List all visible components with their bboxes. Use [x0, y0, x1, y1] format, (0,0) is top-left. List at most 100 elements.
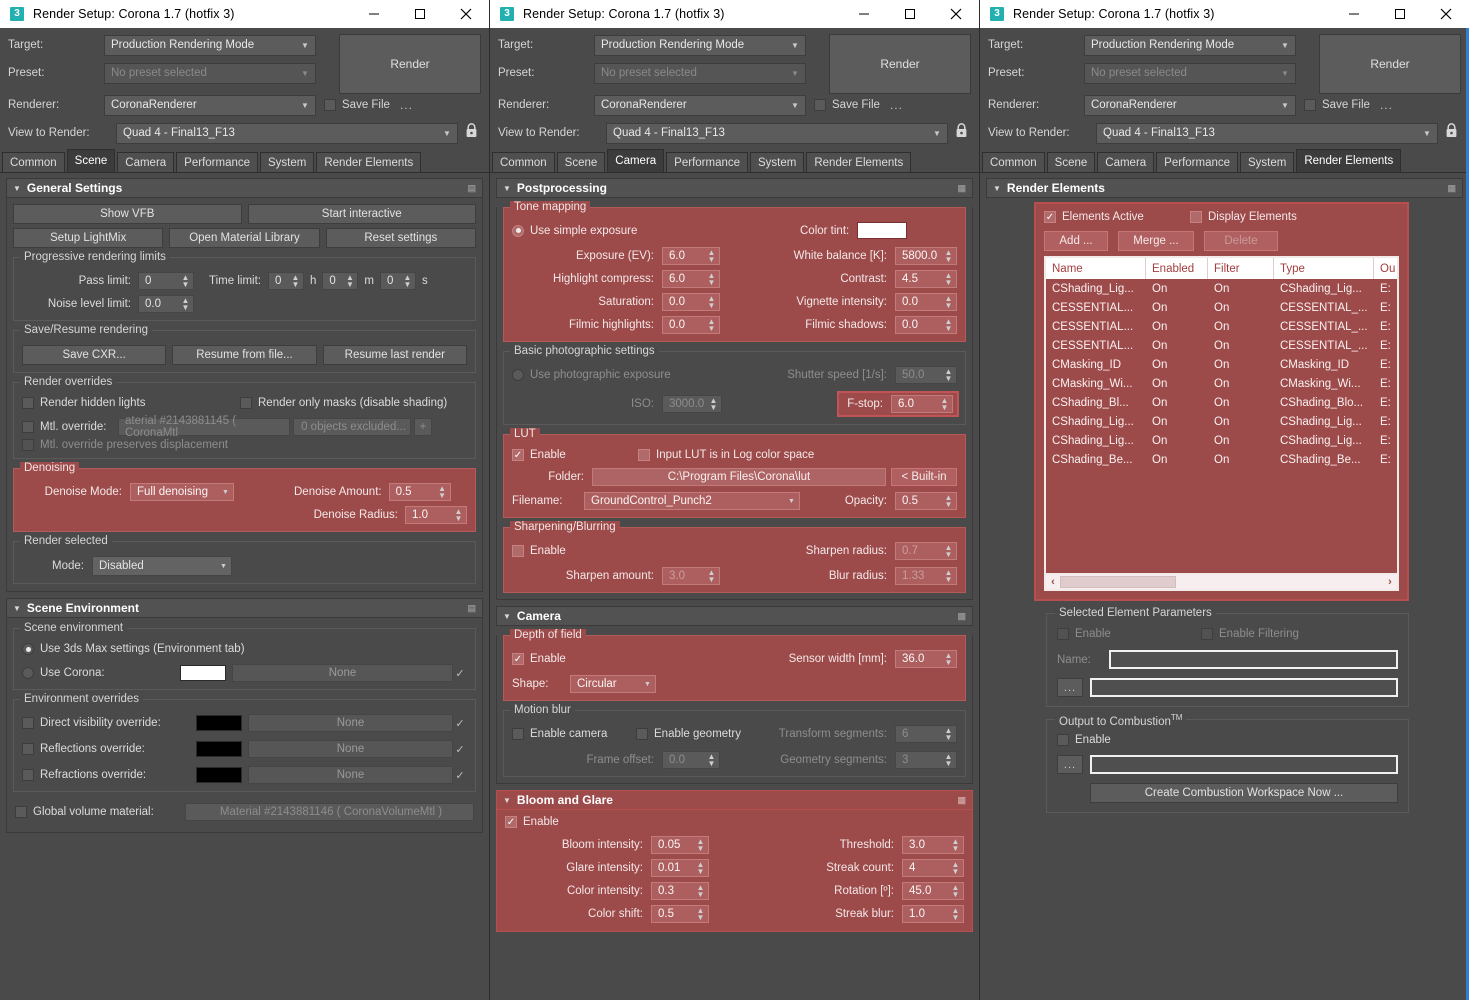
scroll-left-icon[interactable]: ‹ [1046, 576, 1060, 588]
tab-system[interactable]: System [750, 152, 805, 172]
sharpen-radius-input[interactable]: 0.7 ▲ ▼ [895, 542, 957, 560]
combustion-enable-checkbox[interactable] [1057, 734, 1069, 746]
reflections-map-button[interactable]: None [248, 740, 453, 758]
selected-browse-button[interactable]: ... [1057, 678, 1083, 697]
delete-element-button[interactable]: Delete [1204, 231, 1278, 251]
glare-intensity-input[interactable]: 0.01 ▲ ▼ [651, 859, 709, 877]
color-intensity-input[interactable]: 0.3 ▲ ▼ [651, 882, 709, 900]
tab-scene[interactable]: Scene [1046, 152, 1096, 172]
use-simple-exposure-radio[interactable] [512, 224, 524, 237]
target-dropdown[interactable]: Production Rendering Mode ▼ [594, 34, 806, 56]
dof-enable-checkbox[interactable]: ✓ [512, 653, 524, 665]
merge-element-button[interactable]: Merge ... [1118, 231, 1194, 251]
sensor-width-input[interactable]: 36.0 ▲ ▼ [895, 650, 957, 668]
tab-common[interactable]: Common [982, 152, 1045, 172]
lock-icon[interactable] [465, 123, 481, 143]
tab-performance[interactable]: Performance [666, 152, 749, 172]
mtl-preserves-displacement-checkbox[interactable] [22, 439, 34, 451]
filmic-highlights-input[interactable]: 0.0 ▲ ▼ [662, 316, 720, 334]
target-dropdown[interactable]: Production Rendering Mode ▼ [1084, 34, 1296, 56]
rollout-header-postprocessing[interactable]: ▼ Postprocessing ▦ [496, 178, 973, 198]
lut-log-checkbox[interactable] [638, 449, 650, 461]
mtl-add-button[interactable]: + [414, 418, 432, 436]
table-row[interactable]: CShading_Lig... On On CShading_Lig... E: [1046, 431, 1397, 450]
tab-camera[interactable]: Camera [1097, 152, 1155, 172]
selected-enable-filtering-checkbox[interactable] [1201, 628, 1213, 640]
resume-from-file-button[interactable]: Resume from file... [172, 345, 317, 365]
dof-shape-dropdown[interactable]: Circular ▼ [570, 675, 656, 693]
denoise-radius-input[interactable]: 1.0 ▲ ▼ [405, 506, 467, 524]
transform-segments-input[interactable]: 6 ▲ ▼ [895, 725, 957, 743]
tab-scene[interactable]: Scene [556, 152, 606, 172]
pass-limit-input[interactable]: 0 ▲ ▼ [138, 272, 194, 290]
save-file-browse-button[interactable]: ... [890, 98, 903, 112]
direct-visibility-map-button[interactable]: None [248, 714, 453, 732]
save-file-checkbox[interactable]: Save File [324, 99, 390, 111]
refractions-map-button[interactable]: None [248, 766, 453, 784]
elements-active-checkbox[interactable]: ✓ [1044, 211, 1056, 223]
render-button[interactable]: Render [1319, 34, 1461, 94]
exposure-input[interactable]: 6.0 ▲ ▼ [662, 247, 720, 265]
lut-filename-dropdown[interactable]: GroundControl_Punch2 ▼ [584, 492, 800, 510]
streak-count-input[interactable]: 4 ▲ ▼ [902, 859, 964, 877]
tab-camera[interactable]: Camera [607, 149, 665, 172]
selected-enable-checkbox[interactable] [1057, 628, 1069, 640]
scrollbar-thumb[interactable] [1060, 576, 1176, 588]
time-limit-hours-input[interactable]: 0 ▲ ▼ [268, 272, 304, 290]
table-row[interactable]: CESSENTIAL... On On CESSENTIAL_... E: [1046, 298, 1397, 317]
streak-blur-input[interactable]: 1.0 ▲ ▼ [902, 905, 964, 923]
global-volume-checkbox[interactable] [15, 806, 27, 818]
threshold-input[interactable]: 3.0 ▲ ▼ [902, 836, 964, 854]
resume-last-render-button[interactable]: Resume last render [322, 345, 467, 365]
lut-builtin-button[interactable]: < Built-in [891, 468, 957, 486]
filmic-shadows-input[interactable]: 0.0 ▲ ▼ [895, 316, 957, 334]
direct-visibility-checkbox[interactable] [22, 717, 34, 729]
check-icon[interactable]: ✓ [453, 769, 467, 782]
tab-common[interactable]: Common [2, 152, 65, 172]
mtl-excluded-button[interactable]: 0 objects excluded... [293, 418, 411, 436]
render-selected-mode-dropdown[interactable]: Disabled ▼ [92, 556, 232, 576]
mtl-override-slot[interactable]: aterial #2143881145 ( CoronaMtl [118, 415, 290, 439]
table-row[interactable]: CShading_Lig... On On CShading_Lig... E: [1046, 412, 1397, 431]
render-only-masks-checkbox[interactable] [240, 397, 252, 409]
view-to-render-dropdown[interactable]: Quad 4 - Final13_F13 ▼ [1096, 122, 1438, 144]
time-limit-seconds-input[interactable]: 0 ▲ ▼ [380, 272, 416, 290]
save-file-browse-button[interactable]: ... [400, 98, 413, 112]
denoise-amount-input[interactable]: 0.5 ▲ ▼ [388, 483, 451, 501]
tab-performance[interactable]: Performance [1156, 152, 1239, 172]
close-icon[interactable] [933, 0, 979, 28]
lut-opacity-input[interactable]: 0.5 ▲ ▼ [895, 492, 957, 510]
close-icon[interactable] [1423, 0, 1469, 28]
frame-offset-input[interactable]: 0.0 ▲ ▼ [662, 751, 720, 769]
use-photographic-radio[interactable] [512, 369, 524, 381]
highlight-compress-input[interactable]: 6.0 ▲ ▼ [662, 270, 720, 288]
tab-system[interactable]: System [260, 152, 315, 172]
renderer-dropdown[interactable]: CoronaRenderer ▼ [594, 94, 806, 116]
blur-radius-input[interactable]: 1.33 ▲ ▼ [895, 567, 957, 585]
maximize-icon[interactable] [397, 0, 443, 28]
render-hidden-lights-checkbox[interactable] [22, 397, 34, 409]
minimize-icon[interactable] [841, 0, 887, 28]
lock-icon[interactable] [955, 123, 971, 143]
table-row[interactable]: CShading_Lig... On On CShading_Lig... E: [1046, 279, 1397, 298]
save-file-browse-button[interactable]: ... [1380, 98, 1393, 112]
rollout-header-camera[interactable]: ▼ Camera ▦ [496, 606, 973, 626]
table-row[interactable]: CMasking_Wi... On On CMasking_Wi... E: [1046, 374, 1397, 393]
combustion-path-input[interactable] [1090, 755, 1398, 774]
use-3dsmax-radio[interactable] [22, 643, 34, 655]
tab-render-elements[interactable]: Render Elements [806, 152, 912, 172]
save-file-checkbox[interactable]: Save File [1304, 99, 1370, 111]
view-to-render-dropdown[interactable]: Quad 4 - Final13_F13 ▼ [606, 122, 948, 144]
direct-visibility-color-swatch[interactable] [196, 715, 242, 731]
table-row[interactable]: CESSENTIAL... On On CESSENTIAL_... E: [1046, 336, 1397, 355]
renderer-dropdown[interactable]: CoronaRenderer ▼ [104, 94, 316, 116]
reflections-checkbox[interactable] [22, 743, 34, 755]
tab-camera[interactable]: Camera [117, 152, 175, 172]
vignette-input[interactable]: 0.0 ▲ ▼ [895, 293, 957, 311]
selected-name-input[interactable] [1109, 650, 1398, 669]
show-vfb-button[interactable]: Show VFB [13, 204, 242, 224]
maximize-icon[interactable] [887, 0, 933, 28]
lut-enable-checkbox[interactable]: ✓ [512, 449, 524, 461]
table-row[interactable]: CMasking_ID On On CMasking_ID E: [1046, 355, 1397, 374]
target-dropdown[interactable]: Production Rendering Mode ▼ [104, 34, 316, 56]
